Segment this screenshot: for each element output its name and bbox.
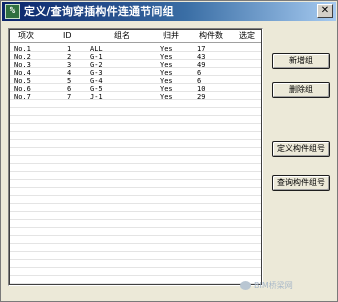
close-button[interactable]: ✕ xyxy=(317,4,333,18)
cell-merge: Yes xyxy=(160,61,173,69)
query-group-number-button[interactable]: 查询构件组号 xyxy=(272,175,330,191)
cell-merge: Yes xyxy=(160,77,173,85)
cell-id: 7 xyxy=(67,93,72,101)
table-row[interactable]: No.1 1 ALL Yes 17 xyxy=(10,45,261,53)
cell-group-name: G-5 xyxy=(90,85,103,93)
cell-merge: Yes xyxy=(160,69,173,77)
table-row[interactable]: No.7 7 J-1 Yes 29 xyxy=(10,93,261,101)
column-header-member-count[interactable]: 构件数 xyxy=(199,30,223,42)
cell-group-name: G-4 xyxy=(90,77,103,85)
cell-id: 5 xyxy=(67,77,72,85)
cell-merge: Yes xyxy=(160,53,173,61)
table-row[interactable]: No.5 5 G-4 Yes 6 xyxy=(10,77,261,85)
app-icon: % xyxy=(5,4,20,19)
group-table[interactable]: 项次 ID 组名 归并 构件数 选定 No.1 1 ALL Yes 17 No.2 2 G-1… xyxy=(8,28,263,286)
cell-id: 4 xyxy=(67,69,72,77)
cell-id: 2 xyxy=(67,53,72,61)
add-group-button[interactable]: 新增组 xyxy=(272,53,330,69)
cell-id: 6 xyxy=(67,85,72,93)
cell-index: No.7 xyxy=(14,93,31,101)
cell-index: No.1 xyxy=(14,45,31,53)
column-header-index[interactable]: 项次 xyxy=(18,30,34,42)
cell-id: 3 xyxy=(67,61,72,69)
title-bar[interactable]: % 定义/查询穿插构件连通节间组 ✕ xyxy=(2,2,336,21)
dialog-window: % 定义/查询穿插构件连通节间组 ✕ 项次 ID 组名 归并 构件数 选定 No… xyxy=(0,0,338,302)
cell-group-name: J-1 xyxy=(90,93,103,101)
cell-member-count: 6 xyxy=(197,69,202,77)
watermark: BIM桥梁网 xyxy=(240,278,293,294)
define-group-number-button[interactable]: 定义构件组号 xyxy=(272,141,330,157)
cell-index: No.4 xyxy=(14,69,31,77)
table-row[interactable]: No.6 6 G-5 Yes 10 xyxy=(10,85,261,93)
table-header: 项次 ID 组名 归并 构件数 选定 xyxy=(10,30,261,43)
column-header-selected[interactable]: 选定 xyxy=(239,30,255,42)
cell-index: No.3 xyxy=(14,61,31,69)
cell-member-count: 29 xyxy=(197,93,206,101)
column-header-group-name[interactable]: 组名 xyxy=(114,30,130,42)
cell-merge: Yes xyxy=(160,93,173,101)
cell-group-name: G-1 xyxy=(90,53,103,61)
cell-group-name: G-2 xyxy=(90,61,103,69)
cell-merge: Yes xyxy=(160,45,173,53)
table-row[interactable]: No.2 2 G-1 Yes 43 xyxy=(10,53,261,61)
wechat-icon xyxy=(240,281,251,290)
delete-group-button[interactable]: 删除组 xyxy=(272,82,330,98)
cell-index: No.5 xyxy=(14,77,31,85)
cell-index: No.6 xyxy=(14,85,31,93)
cell-group-name: G-3 xyxy=(90,69,103,77)
cell-merge: Yes xyxy=(160,85,173,93)
cell-member-count: 17 xyxy=(197,45,206,53)
watermark-text: BIM桥梁网 xyxy=(254,281,293,290)
column-header-id[interactable]: ID xyxy=(63,30,72,42)
cell-group-name: ALL xyxy=(90,45,103,53)
cell-member-count: 43 xyxy=(197,53,206,61)
window-title: 定义/查询穿插构件连通节间组 xyxy=(24,5,174,18)
cell-member-count: 6 xyxy=(197,77,202,85)
cell-member-count: 49 xyxy=(197,61,206,69)
cell-id: 1 xyxy=(67,45,72,53)
table-row[interactable]: No.3 3 G-2 Yes 49 xyxy=(10,61,261,69)
cell-member-count: 10 xyxy=(197,85,206,93)
table-row[interactable]: No.4 4 G-3 Yes 6 xyxy=(10,69,261,77)
cell-index: No.2 xyxy=(14,53,31,61)
column-header-merge[interactable]: 归并 xyxy=(163,30,179,42)
